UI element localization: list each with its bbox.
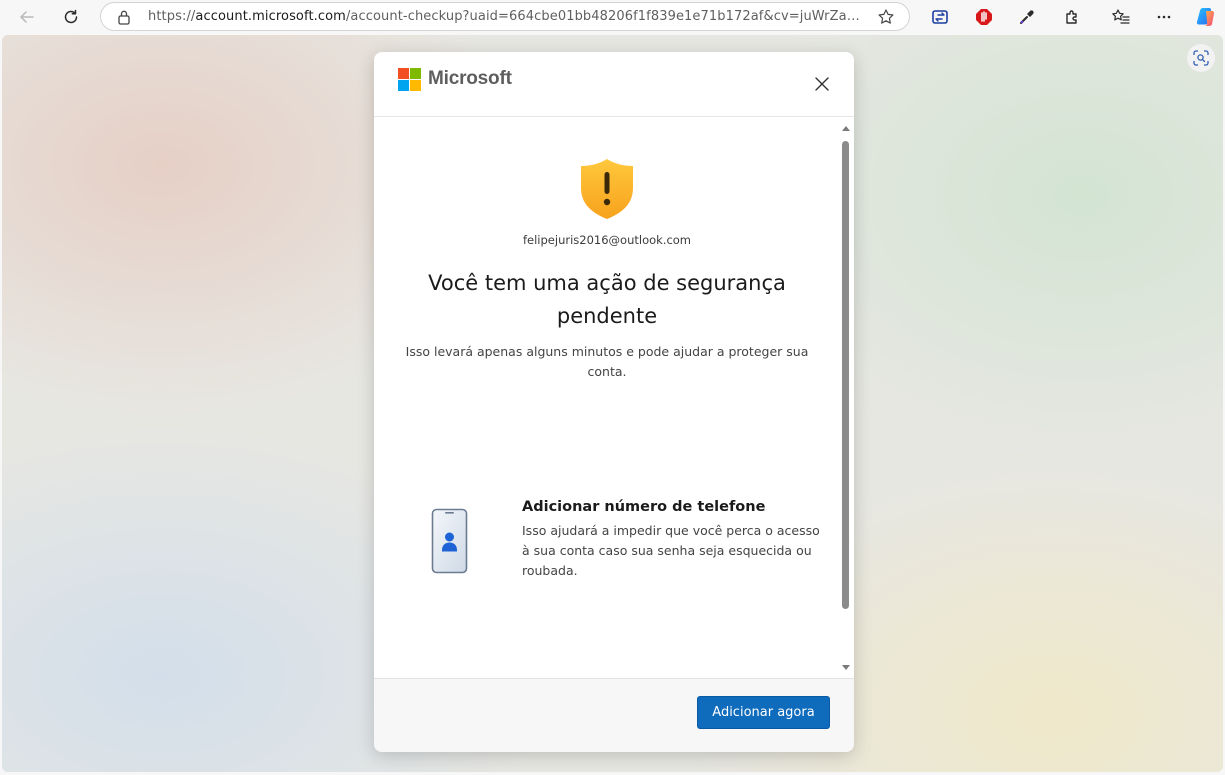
phone-contact-icon [431,508,468,574]
address-bar[interactable]: https://account.microsoft.com/account-ch… [100,2,910,31]
more-button[interactable] [1151,4,1177,30]
close-button[interactable] [812,74,832,94]
url-scheme: https:// [148,9,196,24]
brand-name: Microsoft [428,68,512,89]
eyedropper-button[interactable] [1014,4,1040,30]
back-button[interactable] [14,4,40,30]
more-icon [1157,15,1171,19]
page-title: Você tem uma ação de segurança pendente [428,271,786,328]
adblock-icon [976,9,992,25]
scroll-up-arrow-icon[interactable] [841,124,851,134]
split-screen-button[interactable] [927,4,953,30]
microsoft-logo-icon [398,68,421,91]
eyedropper-icon [1020,10,1034,24]
add-now-button[interactable]: Adicionar agora [697,696,830,729]
scrollbar-thumb[interactable] [842,141,849,609]
copilot-icon [1196,8,1215,26]
task-description: Isso ajudará a impedir que você perca o … [522,523,820,578]
extensions-icon [1066,10,1077,24]
shield-warning-icon [581,159,633,219]
adblock-button[interactable] [971,4,997,30]
dialog-footer: Adicionar agora [374,678,854,752]
url-text[interactable]: https://account.microsoft.com/account-ch… [148,9,868,24]
url-path: /account-checkup?uaid=664cbe01bb48206f1f… [345,9,868,24]
copilot-button[interactable] [1193,4,1219,30]
refresh-icon [64,9,78,24]
back-icon [20,11,34,23]
refresh-button[interactable] [58,4,84,30]
extensions-button[interactable] [1059,4,1085,30]
browser-toolbar: https://account.microsoft.com/account-ch… [0,0,1225,34]
visual-search-button[interactable] [1187,44,1215,72]
dialog-header: Microsoft [374,52,854,117]
close-icon [815,77,829,91]
task-title: Adicionar número de telefone [522,499,766,515]
lock-icon[interactable] [117,9,131,29]
visual-search-icon [1193,50,1209,66]
scroll-down-arrow-icon[interactable] [841,662,851,672]
subtitle: Isso levará apenas alguns minutos e pode… [405,344,809,379]
url-host: account.microsoft.com [195,9,346,24]
security-dialog: Microsoft felipejuris2016@outlook.com Vo… [374,52,854,752]
account-email: felipejuris2016@outlook.com [522,233,692,247]
dialog-scrollbar[interactable] [840,124,852,672]
dialog-body: felipejuris2016@outlook.com Você tem uma… [374,117,840,678]
split-screen-icon [932,10,948,24]
favorites-icon [1112,9,1130,24]
favorite-star-icon[interactable] [877,8,895,30]
favorites-button[interactable] [1108,4,1134,30]
